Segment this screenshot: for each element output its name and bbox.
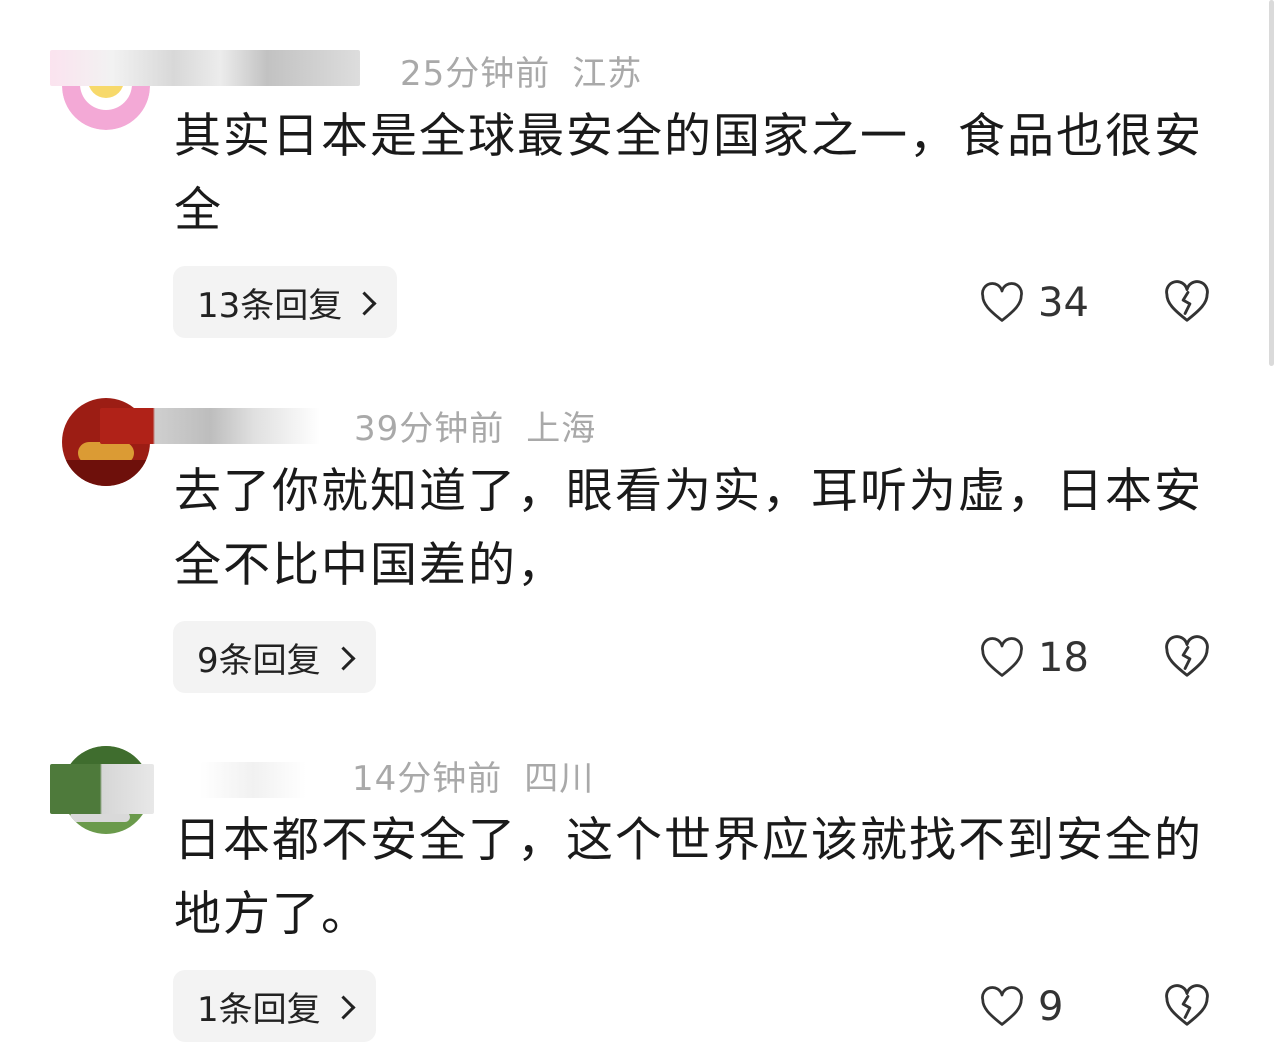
chevron-right-icon [331,645,356,671]
broken-heart-icon [1165,635,1209,677]
dislike-button[interactable] [1164,635,1210,683]
username-blurred[interactable] [100,408,320,444]
like-button[interactable]: 9 [980,984,1063,1030]
replies-label: 1条回复 [197,989,321,1030]
view-replies-button[interactable]: 13条回复 [173,266,398,338]
comment-time: 39分钟前 [354,409,505,449]
username-blurred[interactable] [200,762,306,798]
heart-outline-icon [981,282,1023,322]
comment-meta: 14分钟前 四川 [352,751,594,800]
like-count: 9 [1038,984,1064,1030]
comment-list: 25分钟前江苏 其实日本是全球最安全的国家之一，食品也很安全 13条回复 34 [0,0,1280,1064]
comment-location: 四川 [524,759,595,799]
replies-label: 13条回复 [197,285,343,326]
comment-text: 日本都不安全了，这个世界应该就找不到安全的地方了。 [174,813,1203,942]
view-replies-button[interactable]: 9条回复 [173,621,376,693]
dislike-button[interactable] [1164,984,1210,1032]
scrollbar[interactable] [1269,0,1274,366]
chevron-right-icon [331,994,356,1020]
chevron-right-icon [352,290,377,316]
like-count: 34 [1038,280,1089,326]
replies-label: 9条回复 [197,640,321,681]
comment-location: 上海 [526,409,597,449]
comment-meta: 25分钟前 江苏 [400,46,642,95]
like-count: 18 [1038,635,1089,681]
broken-heart-icon [1165,280,1209,322]
comment-time: 25分钟前 [400,54,551,94]
heart-outline-icon [981,986,1023,1026]
heart-outline-icon [981,637,1023,677]
username-blurred[interactable] [50,50,360,86]
dislike-button[interactable] [1164,280,1210,328]
comment-meta: 39分钟前 上海 [354,401,596,450]
comment-time: 14分钟前 [352,759,503,799]
comment-location: 江苏 [572,54,643,94]
like-button[interactable]: 18 [980,635,1089,681]
like-button[interactable]: 34 [980,280,1089,326]
view-replies-button[interactable]: 1条回复 [173,970,376,1042]
comment-text: 去了你就知道了，眼看为实，耳听为虚，日本安全不比中国差的， [174,464,1203,593]
username-blurred[interactable] [50,764,154,814]
broken-heart-icon [1165,984,1209,1026]
comment-text: 其实日本是全球最安全的国家之一，食品也很安全 [174,109,1203,238]
